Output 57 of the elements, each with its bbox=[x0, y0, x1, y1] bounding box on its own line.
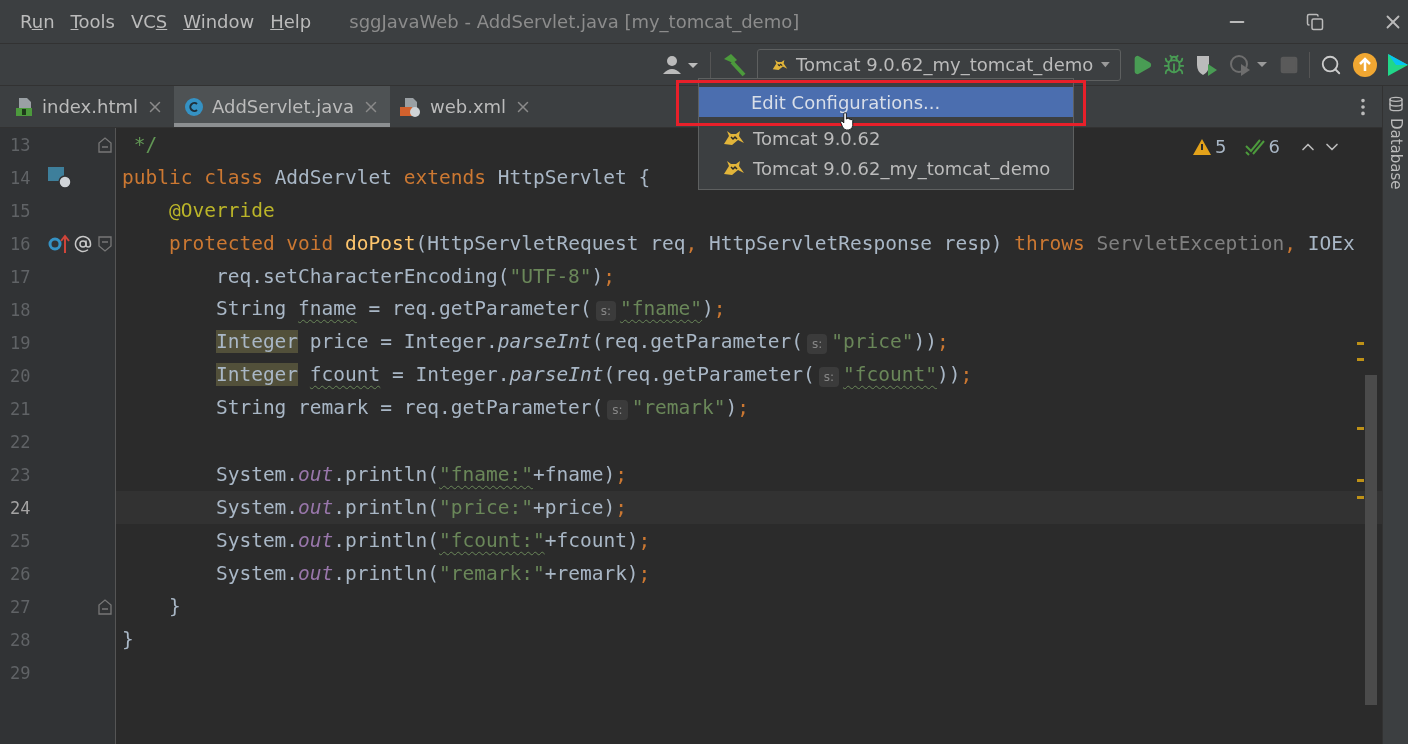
override-icon[interactable] bbox=[47, 233, 70, 254]
editor-tab[interactable]: index.html bbox=[6, 86, 174, 127]
code-line: protected void doPost(HttpServletRequest req, HttpServletResponse resp) throws ServletException, IOEx bbox=[167, 231, 1355, 257]
servlet-icon[interactable] bbox=[47, 166, 72, 189]
menu-item[interactable]: VCS bbox=[122, 11, 176, 32]
hand-cursor-icon bbox=[840, 112, 854, 130]
dropdown-item[interactable]: Tomcat 9.0.62 bbox=[699, 123, 1073, 153]
cat-icon bbox=[723, 130, 745, 146]
cat-icon bbox=[723, 160, 745, 176]
database-icon[interactable] bbox=[1387, 96, 1404, 112]
profiler-icon[interactable] bbox=[1229, 53, 1269, 76]
code-line: System.out.println("fcount:"+fcount); bbox=[214, 528, 651, 554]
code-line: public class AddServlet extends HttpServlet { bbox=[121, 165, 651, 191]
code-line: Integer fcount = Integer.parseInt(req.getParameter( s: "fcount")); bbox=[214, 361, 973, 389]
menu-item[interactable]: Help bbox=[262, 11, 320, 32]
shield-icon[interactable] bbox=[1195, 53, 1219, 76]
code-line: @Override bbox=[167, 198, 275, 224]
xml-file-icon bbox=[399, 96, 422, 117]
code-line: req.setCharacterEncoding("UTF-8"); bbox=[214, 264, 616, 290]
code-line: } bbox=[121, 627, 134, 653]
line-number: 24 bbox=[9, 497, 32, 518]
menu-item[interactable]: Run bbox=[12, 11, 63, 32]
editor-tab[interactable]: web.xml bbox=[389, 86, 543, 127]
at-sign-icon[interactable] bbox=[73, 234, 92, 253]
weak-warning-count[interactable]: 6 bbox=[1268, 136, 1280, 157]
warning-count[interactable]: 5 bbox=[1215, 136, 1227, 157]
code-line: System.out.println("price:"+price); bbox=[214, 495, 627, 521]
warning-icon[interactable] bbox=[1193, 138, 1212, 155]
fold-icon[interactable] bbox=[98, 136, 113, 153]
window-title: sggJavaWeb - AddServlet.java [my_tomcat_demo] bbox=[349, 11, 800, 32]
user-icon[interactable] bbox=[662, 54, 700, 75]
fold-icon[interactable] bbox=[98, 235, 113, 252]
code-line: } bbox=[167, 594, 181, 620]
toolbox-icon[interactable] bbox=[1388, 51, 1408, 78]
menu-item[interactable]: Tools bbox=[62, 11, 123, 32]
menu-item[interactable]: Window bbox=[175, 11, 263, 32]
dropdown-item[interactable]: Tomcat 9.0.62_my_tomcat_demo bbox=[699, 153, 1073, 183]
scrollbar-thumb[interactable] bbox=[1365, 375, 1377, 705]
code-line: System.out.println("remark:"+remark); bbox=[214, 561, 651, 587]
code-line: System.out.println("fname:"+fname); bbox=[214, 462, 627, 488]
run-configuration-dropdown[interactable]: Tomcat 9.0.62_my_tomcat_demo bbox=[757, 48, 1121, 81]
code-line: String remark = req.getParameter( s: "remark"); bbox=[214, 394, 750, 422]
html-file-icon bbox=[16, 96, 34, 117]
code-line: */ bbox=[132, 132, 158, 158]
editor-tab[interactable]: AddServlet.java bbox=[173, 86, 390, 127]
double-check-icon[interactable] bbox=[1244, 137, 1265, 156]
fold-icon[interactable] bbox=[98, 598, 113, 615]
search-icon[interactable] bbox=[1320, 53, 1342, 76]
restore-icon[interactable] bbox=[1306, 12, 1324, 31]
class-icon bbox=[183, 96, 204, 117]
code-line: String fname = req.getParameter( s: "fname"); bbox=[214, 295, 726, 323]
bug-icon[interactable] bbox=[1163, 53, 1185, 76]
update-icon[interactable] bbox=[1352, 51, 1378, 78]
side-panel-tab[interactable]: Database bbox=[1386, 118, 1405, 190]
dropdown-item[interactable]: Edit Configurations... bbox=[699, 87, 1073, 117]
caret-icon bbox=[1101, 60, 1110, 69]
code-line: Integer price = Integer.parseInt(req.getParameter( s: "price")); bbox=[214, 328, 949, 356]
